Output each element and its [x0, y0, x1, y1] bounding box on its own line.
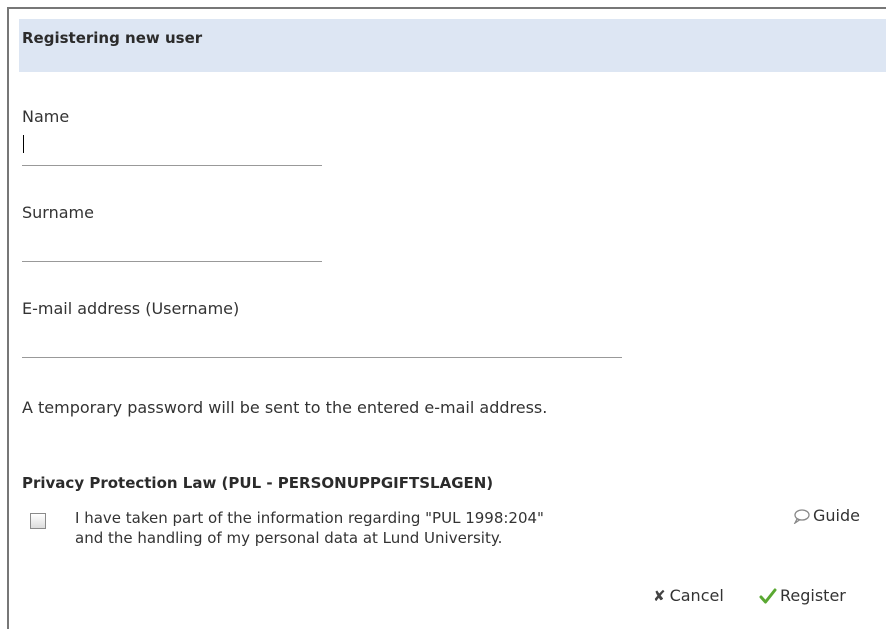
speech-bubble-icon	[793, 509, 810, 528]
consent-text: I have taken part of the information reg…	[75, 508, 755, 548]
guide-label: Guide	[813, 506, 860, 525]
text-cursor	[23, 135, 24, 153]
name-input[interactable]	[22, 139, 322, 166]
email-label: E-mail address (Username)	[22, 299, 240, 318]
cancel-label: Cancel	[669, 586, 724, 605]
checkmark-icon	[759, 588, 777, 608]
name-label: Name	[22, 107, 70, 126]
cancel-button[interactable]: ✘ Cancel	[653, 586, 724, 605]
email-input[interactable]	[22, 331, 622, 358]
x-icon: ✘	[653, 587, 666, 605]
temporary-password-info: A temporary password will be sent to the…	[22, 398, 548, 417]
form-title: Registering new user	[22, 29, 203, 47]
consent-line-1: I have taken part of the information reg…	[75, 509, 544, 527]
register-label: Register	[780, 586, 846, 605]
form-header: Registering new user	[19, 19, 886, 72]
consent-checkbox[interactable]	[30, 513, 46, 529]
surname-label: Surname	[22, 203, 94, 222]
consent-line-2: and the handling of my personal data at …	[75, 529, 503, 547]
surname-input[interactable]	[22, 235, 322, 262]
guide-link[interactable]: Guide	[793, 506, 860, 528]
register-button[interactable]: Register	[759, 586, 846, 608]
privacy-heading: Privacy Protection Law (PUL - PERSONUPPG…	[22, 474, 494, 492]
